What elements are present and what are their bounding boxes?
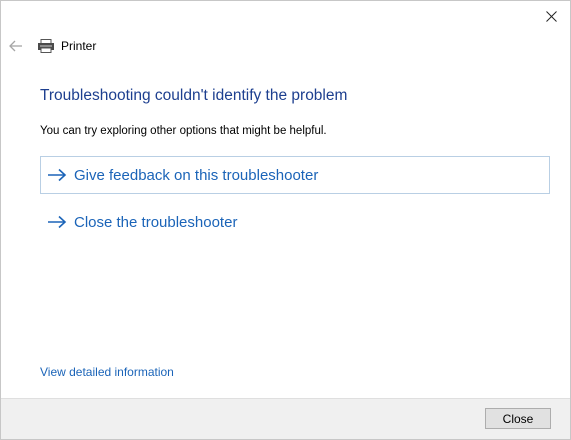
back-arrow-icon bbox=[9, 40, 23, 52]
give-feedback-label: Give feedback on this troubleshooter bbox=[74, 166, 319, 184]
footer-bar: Close bbox=[1, 398, 570, 439]
arrow-right-icon bbox=[47, 167, 69, 183]
give-feedback-option[interactable]: Give feedback on this troubleshooter bbox=[40, 156, 550, 194]
troubleshooter-window: Printer Troubleshooting couldn't identif… bbox=[0, 0, 571, 440]
printer-icon bbox=[37, 39, 55, 53]
back-button[interactable] bbox=[7, 37, 25, 55]
arrow-right-icon bbox=[47, 214, 69, 230]
title-bar: Printer bbox=[37, 37, 96, 55]
close-troubleshooter-option[interactable]: Close the troubleshooter bbox=[40, 203, 550, 241]
window-title: Printer bbox=[61, 39, 97, 53]
view-detailed-information-link[interactable]: View detailed information bbox=[40, 365, 174, 379]
close-icon bbox=[545, 10, 557, 22]
close-window-button[interactable] bbox=[536, 5, 566, 27]
page-heading: Troubleshooting couldn't identify the pr… bbox=[40, 87, 348, 104]
close-troubleshooter-label: Close the troubleshooter bbox=[74, 213, 238, 231]
close-button[interactable]: Close bbox=[485, 408, 551, 429]
page-subtext: You can try exploring other options that… bbox=[40, 125, 327, 137]
